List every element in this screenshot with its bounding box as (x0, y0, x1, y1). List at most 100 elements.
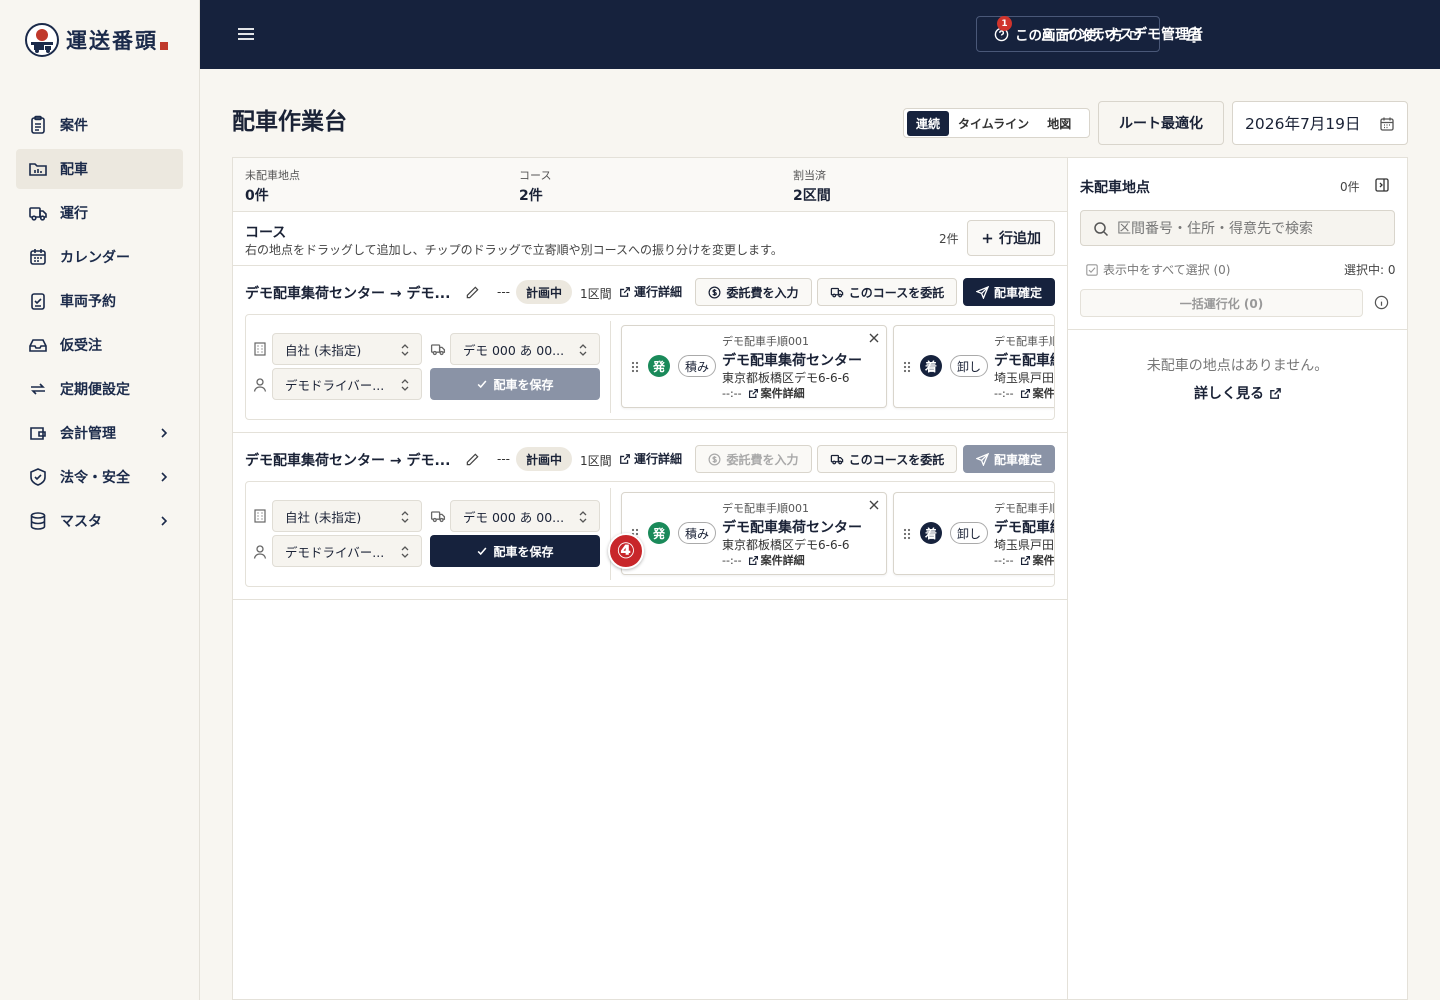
external-link-icon (748, 555, 758, 565)
case-detail-link[interactable]: 案件詳細 (1020, 385, 1055, 401)
view-mode-continuous[interactable]: 連続 (907, 110, 950, 136)
enter-fee-button[interactable]: 委託費を入力 (695, 278, 812, 306)
case-detail-label: 案件詳細 (1032, 387, 1055, 400)
case-detail-link[interactable]: 案件詳細 (748, 552, 805, 568)
operation-detail-link[interactable]: 運行詳細 (619, 450, 682, 467)
menu-icon[interactable] (236, 24, 256, 44)
vehicle-select[interactable]: デモ 000 あ 00... (450, 333, 600, 365)
drag-handle-icon[interactable] (902, 360, 912, 374)
sidebar-item-cases[interactable]: 案件 (16, 105, 183, 145)
external-link-icon (620, 286, 630, 297)
sidebar-item-dispatch[interactable]: 配車 (16, 149, 183, 189)
stop-card[interactable]: 発 積み デモ配車手順001 デモ配車集荷センター 東京都板橋区デモ6-6-6 … (621, 325, 887, 408)
stop-search-input[interactable]: 区間番号・住所・得意先で検索 (1080, 210, 1395, 246)
sidebar: 運送番頭 案件 配車 運行 カレンダー 車両予約 仮受注 定期便設定 会計管理 … (0, 0, 200, 1000)
pencil-icon[interactable] (465, 452, 480, 467)
sidebar-item-vehicle-reservation[interactable]: 車両予約 (16, 281, 183, 321)
brand-seal (160, 42, 168, 50)
sidebar-item-accounting[interactable]: 会計管理 (16, 413, 183, 453)
stop-time-row: --:-- 案件詳細 (994, 385, 1055, 401)
brand-name: 運送番頭 (66, 28, 158, 53)
stat-label: 割当済 (793, 169, 826, 182)
save-dispatch-label: 配車を保存 (493, 544, 554, 559)
courses-header: コース 右の地点をドラッグして追加し、チップのドラッグで立寄順や別コースへの振り… (233, 212, 1068, 266)
close-icon[interactable] (868, 499, 880, 511)
company-select[interactable]: 自社 (未指定) (272, 500, 422, 532)
inbox-icon (29, 339, 47, 352)
arrival-badge: 着 (920, 355, 942, 377)
divider (610, 321, 611, 413)
operation-detail-link[interactable]: 運行詳細 (619, 283, 682, 300)
course-row: デモ配車集荷センター → デモ... --- 計画中 1区間 運行詳細 委託費を… (233, 266, 1068, 433)
sidebar-item-calendar[interactable]: カレンダー (16, 237, 183, 277)
confirm-dispatch-button[interactable]: 配車確定 (963, 445, 1055, 473)
page-title: 配車作業台 (232, 109, 347, 135)
view-mode-timeline[interactable]: タイムライン (949, 111, 1038, 136)
add-row-button[interactable]: 行追加 (967, 220, 1055, 256)
view-mode-map[interactable]: 地図 (1038, 111, 1080, 136)
case-detail-label: 案件詳細 (760, 387, 805, 400)
sidebar-item-label: 会計管理 (60, 426, 116, 442)
pencil-icon[interactable] (465, 285, 480, 300)
stat-courses: コース 2件 (519, 167, 551, 205)
stop-name: デモ配車納品センター (994, 520, 1054, 536)
action-tag: 積み (678, 355, 717, 377)
brand-logo[interactable]: 運送番頭 (24, 22, 168, 58)
divider (1068, 329, 1407, 330)
info-icon[interactable] (1374, 295, 1389, 310)
building-icon (254, 342, 266, 356)
stop-address: 埼玉県戸田市デモ7-7-7 (994, 538, 1055, 552)
collapse-panel-icon[interactable] (1374, 177, 1390, 193)
route-optimize-button[interactable]: ルート最適化 (1098, 101, 1224, 145)
sidebar-item-label: マスタ (60, 514, 102, 530)
course-editor: 自社 (未指定) デモ 000 あ 00... デモドライバー... 配車を保存… (245, 481, 1055, 587)
save-dispatch-button[interactable]: 配車を保存 (430, 535, 600, 567)
enter-fee-button[interactable]: 委託費を入力 (695, 445, 812, 473)
operation-detail-label: 運行詳細 (634, 452, 683, 466)
sidebar-item-master[interactable]: マスタ (16, 501, 183, 541)
truck-icon (29, 207, 47, 221)
stop-time-row: --:-- 案件詳細 (722, 552, 805, 568)
external-link-icon (748, 388, 758, 398)
stop-time: --:-- (994, 386, 1014, 400)
consign-course-button[interactable]: このコースを委託 (817, 278, 957, 306)
chevron-updown-icon (401, 511, 409, 523)
operation-detail-label: 運行詳細 (634, 285, 683, 299)
close-icon[interactable] (868, 332, 880, 344)
drag-handle-icon[interactable] (902, 527, 912, 541)
action-tag: 積み (678, 522, 717, 544)
driver-select[interactable]: デモドライバー... (272, 368, 422, 400)
shield-icon (30, 468, 46, 486)
vehicle-select[interactable]: デモ 000 あ 00... (450, 500, 600, 532)
sidebar-item-scheduled-service[interactable]: 定期便設定 (16, 369, 183, 409)
driver-value: デモドライバー... (285, 377, 385, 393)
consign-course-button[interactable]: このコースを委託 (817, 445, 957, 473)
company-select[interactable]: 自社 (未指定) (272, 333, 422, 365)
stop-name: デモ配車納品センター (994, 353, 1054, 369)
user-menu[interactable]: インテオスデモ管理者 (1040, 24, 1203, 44)
select-all-checkbox[interactable]: 表示中をすべて選択 (0) (1086, 261, 1231, 278)
confirm-dispatch-button[interactable]: 配車確定 (963, 278, 1055, 306)
unassigned-stops-panel: 未配車地点 0件 区間番号・住所・得意先で検索 表示中をすべて選択 (0) 選択… (1067, 157, 1408, 1000)
stop-time: --:-- (722, 553, 742, 567)
case-detail-link[interactable]: 案件詳細 (1020, 552, 1054, 568)
stop-card[interactable]: 着 卸し デモ配車手順002 デモ配車納品センター 埼玉県戸田市デモ7-7-7 … (893, 325, 1055, 408)
check-icon (478, 547, 487, 556)
learn-more-link[interactable]: 詳しく見る (1194, 383, 1282, 403)
drag-handle-icon[interactable] (630, 360, 640, 374)
stop-card[interactable]: 着 卸し デモ配車手順002 デモ配車納品センター 埼玉県戸田市デモ7-7-7 … (893, 492, 1055, 575)
stop-card[interactable]: 発 積み デモ配車手順001 デモ配車集荷センター 東京都板橋区デモ6-6-6 … (621, 492, 887, 575)
stat-value: 2件 (519, 188, 543, 204)
building-icon (254, 509, 266, 523)
bulk-operation-button[interactable]: 一括運行化 (0) (1080, 289, 1363, 317)
sidebar-item-provisional-orders[interactable]: 仮受注 (16, 325, 183, 365)
checklist-icon (31, 293, 45, 310)
save-dispatch-button[interactable]: 配車を保存 (430, 368, 600, 400)
vehicle-value: デモ 000 あ 00... (463, 509, 565, 525)
sidebar-item-compliance-safety[interactable]: 法令・安全 (16, 457, 183, 497)
chevron-updown-icon (401, 379, 409, 391)
date-picker[interactable]: 2026年7月19日 (1232, 101, 1408, 145)
driver-select[interactable]: デモドライバー... (272, 535, 422, 567)
case-detail-link[interactable]: 案件詳細 (748, 385, 805, 401)
sidebar-item-operation[interactable]: 運行 (16, 193, 183, 233)
